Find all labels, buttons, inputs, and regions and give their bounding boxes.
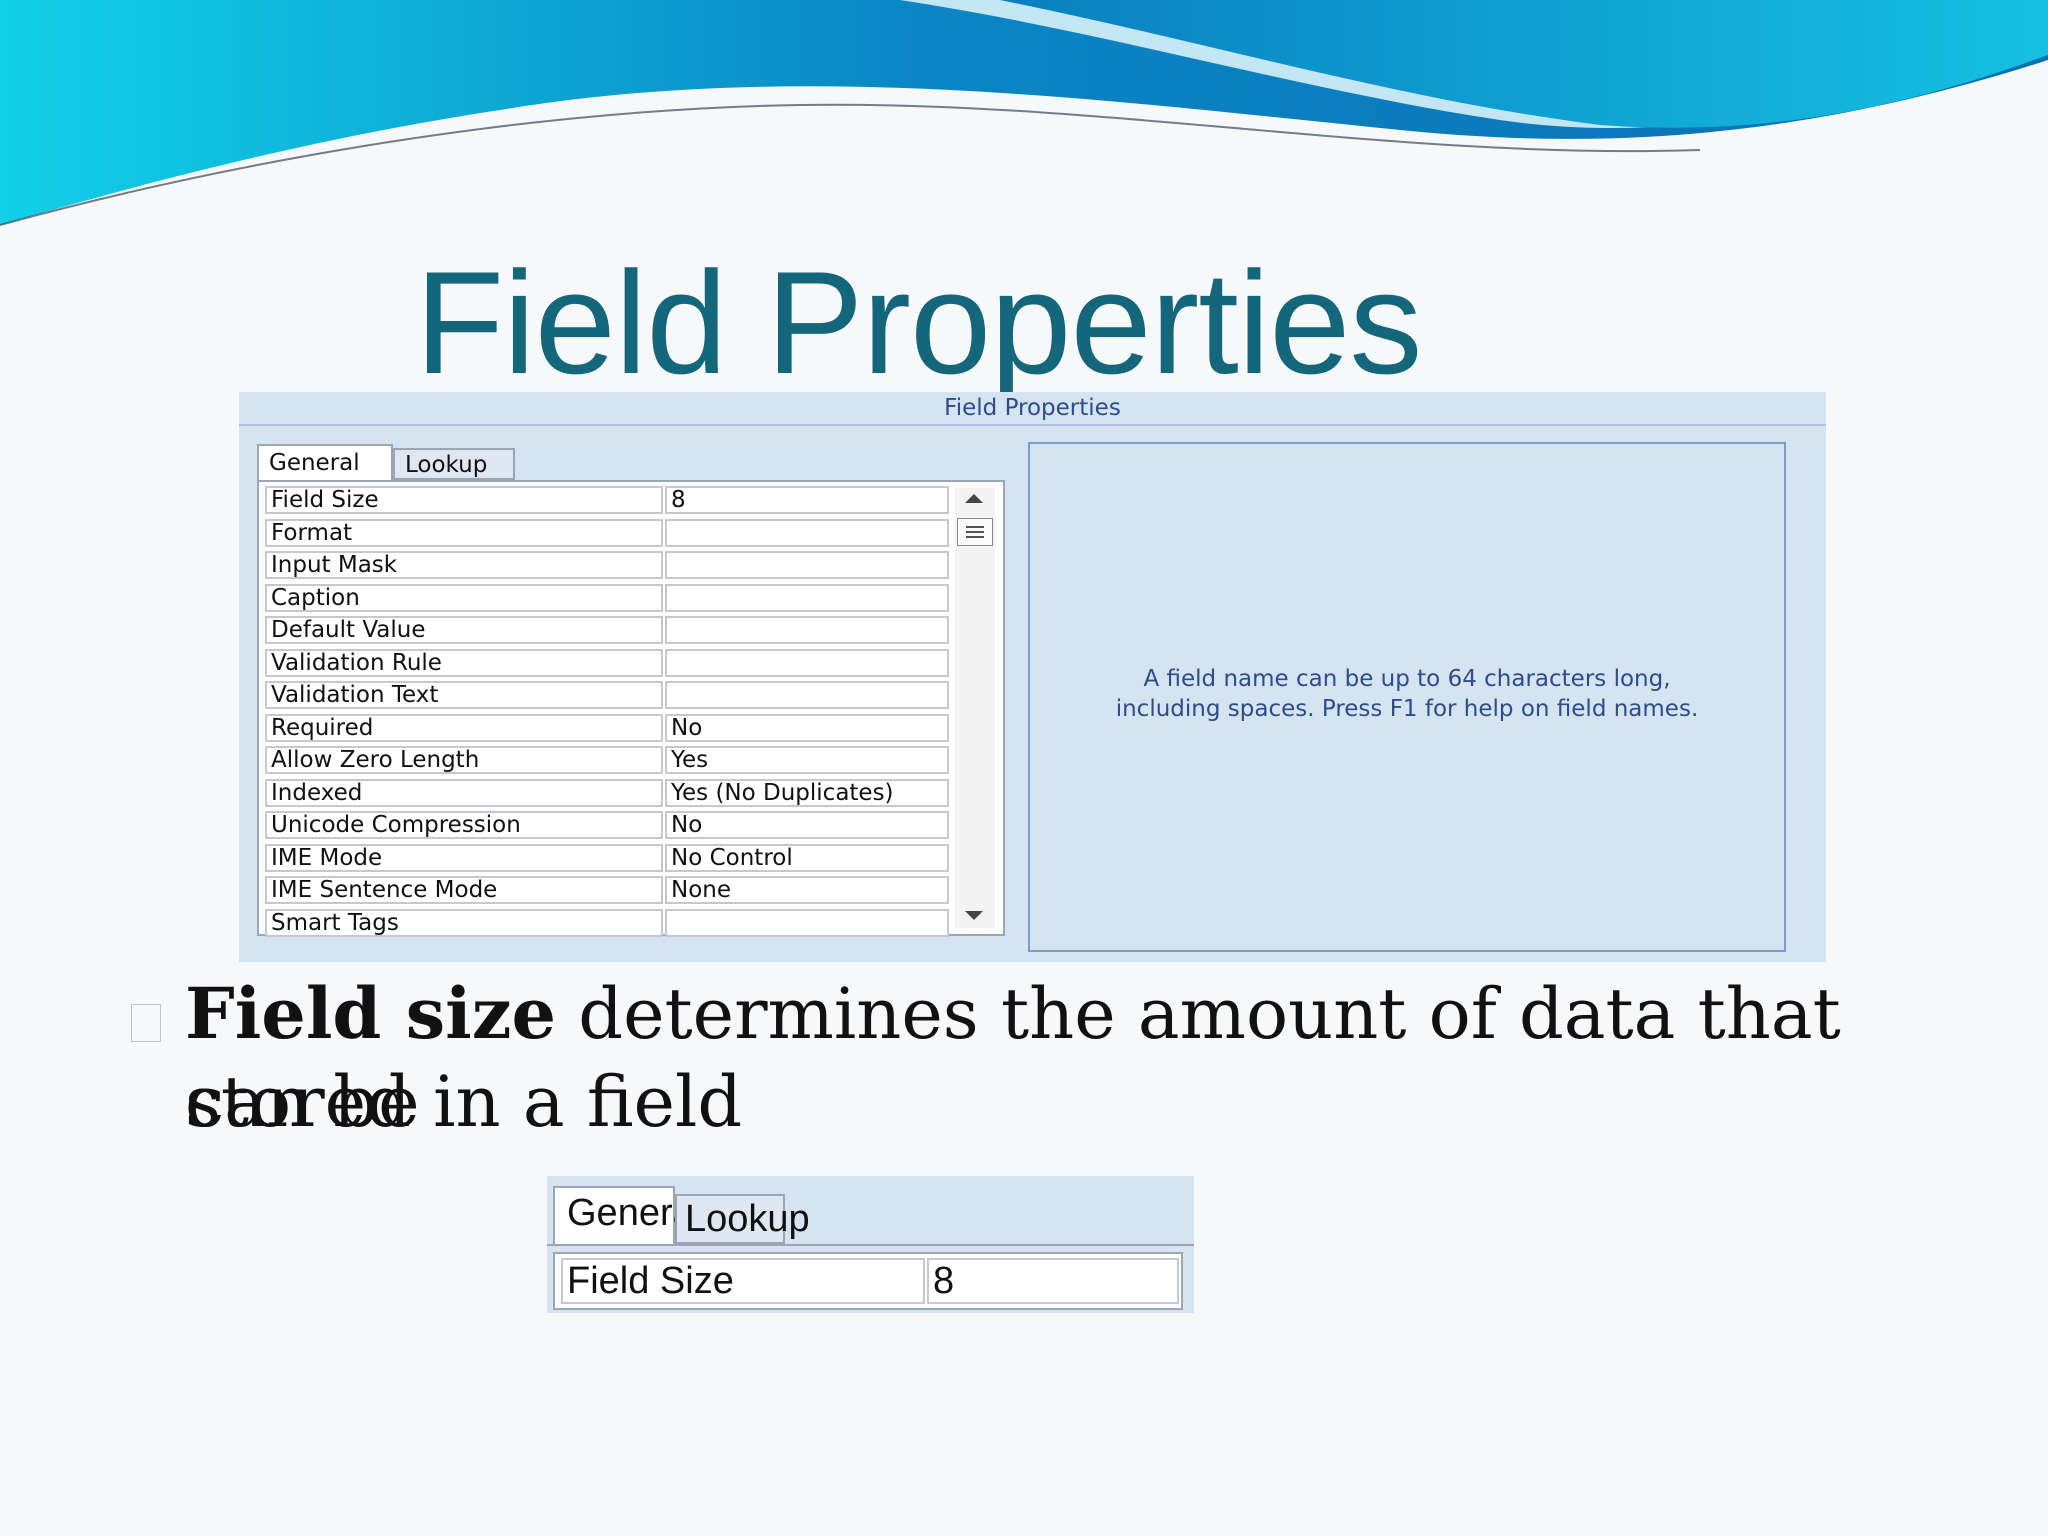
property-row-required[interactable]: Required No bbox=[265, 713, 949, 744]
property-value-input[interactable] bbox=[665, 616, 949, 644]
property-value-input[interactable] bbox=[665, 551, 949, 579]
property-name: IME Mode bbox=[265, 843, 663, 872]
property-value-input[interactable]: No bbox=[665, 811, 949, 839]
property-value-input[interactable] bbox=[665, 648, 949, 677]
property-value-input[interactable]: No bbox=[665, 713, 949, 742]
property-name: Required bbox=[265, 713, 663, 742]
vertical-scrollbar[interactable] bbox=[955, 488, 995, 928]
zoom-field-size-label: Field Size bbox=[561, 1258, 925, 1304]
scroll-up-arrow-icon[interactable] bbox=[965, 494, 983, 503]
bullet-lead-term: Field size bbox=[185, 972, 557, 1055]
property-row-ime-mode[interactable]: IME Mode No Control bbox=[265, 843, 949, 874]
header-wave-graphic bbox=[0, 0, 2048, 226]
bullet-square-icon bbox=[131, 1004, 161, 1042]
property-row-indexed[interactable]: Indexed Yes (No Duplicates) bbox=[265, 778, 949, 809]
property-row-caption[interactable]: Caption bbox=[265, 583, 949, 614]
zoom-tab-lookup[interactable]: Lookup bbox=[675, 1194, 810, 1244]
property-name: Indexed bbox=[265, 778, 663, 807]
property-row-ime-sentence-mode[interactable]: IME Sentence Mode None bbox=[265, 876, 949, 906]
zoom-field-size-value[interactable]: 8 bbox=[927, 1258, 1179, 1304]
help-text: A field name can be up to 64 characters … bbox=[1115, 666, 1699, 722]
property-name: Validation Rule bbox=[265, 648, 663, 677]
property-name: Validation Text bbox=[265, 681, 663, 709]
zoom-tab-general[interactable]: General bbox=[553, 1186, 702, 1244]
property-row-format[interactable]: Format bbox=[265, 518, 949, 549]
property-row-default-value[interactable]: Default Value bbox=[265, 616, 949, 646]
property-row-smart-tags[interactable]: Smart Tags bbox=[265, 908, 949, 939]
property-value-input[interactable]: None bbox=[665, 876, 949, 904]
property-name: Allow Zero Length bbox=[265, 746, 663, 774]
zoom-property-row[interactable]: Field Size 8 bbox=[553, 1252, 1183, 1310]
property-value-input[interactable] bbox=[665, 518, 949, 547]
scroll-thumb[interactable] bbox=[957, 518, 993, 546]
property-row-allow-zero-length[interactable]: Allow Zero Length Yes bbox=[265, 746, 949, 776]
property-name: Unicode Compression bbox=[265, 811, 663, 839]
property-value-input[interactable] bbox=[665, 583, 949, 612]
property-row-unicode-compression[interactable]: Unicode Compression No bbox=[265, 811, 949, 841]
grip-line bbox=[966, 531, 984, 533]
property-name: Caption bbox=[265, 583, 663, 612]
tab-lookup[interactable]: Lookup bbox=[393, 448, 515, 480]
property-row-validation-text[interactable]: Validation Text bbox=[265, 681, 949, 711]
property-name: Smart Tags bbox=[265, 908, 663, 937]
help-description-box: A field name can be up to 64 characters … bbox=[1028, 442, 1786, 952]
property-value-input[interactable] bbox=[665, 681, 949, 709]
grip-line bbox=[966, 536, 984, 538]
slide-title: Field Properties bbox=[415, 241, 1422, 404]
property-name: IME Sentence Mode bbox=[265, 876, 663, 904]
zoomed-field-size-snippet: General Lookup Field Size 8 bbox=[547, 1176, 1194, 1313]
property-value-input[interactable]: No Control bbox=[665, 843, 949, 872]
property-name: Input Mask bbox=[265, 551, 663, 579]
property-name: Default Value bbox=[265, 616, 663, 644]
property-row-validation-rule[interactable]: Validation Rule bbox=[265, 648, 949, 679]
field-properties-panel: Field Properties General Lookup Field Si… bbox=[239, 392, 1826, 962]
property-value-input[interactable]: Yes bbox=[665, 746, 949, 774]
bullet-text-line2: stored in a field bbox=[185, 1061, 743, 1143]
property-value-input[interactable]: Yes (No Duplicates) bbox=[665, 778, 949, 807]
property-row-field-size[interactable]: Field Size 8 bbox=[265, 486, 949, 516]
property-name: Field Size bbox=[265, 486, 663, 514]
grip-line bbox=[966, 526, 984, 528]
property-value-input[interactable]: 8 bbox=[665, 486, 949, 514]
tab-divider bbox=[547, 1244, 1194, 1246]
panel-header: Field Properties bbox=[239, 392, 1826, 426]
tab-general[interactable]: General bbox=[257, 444, 393, 482]
property-value-input[interactable] bbox=[665, 908, 949, 937]
property-grid: Field Size 8 Format Input Mask Caption D… bbox=[257, 480, 1005, 939]
property-name: Format bbox=[265, 518, 663, 547]
property-row-input-mask[interactable]: Input Mask bbox=[265, 551, 949, 581]
scroll-down-arrow-icon[interactable] bbox=[965, 911, 983, 920]
